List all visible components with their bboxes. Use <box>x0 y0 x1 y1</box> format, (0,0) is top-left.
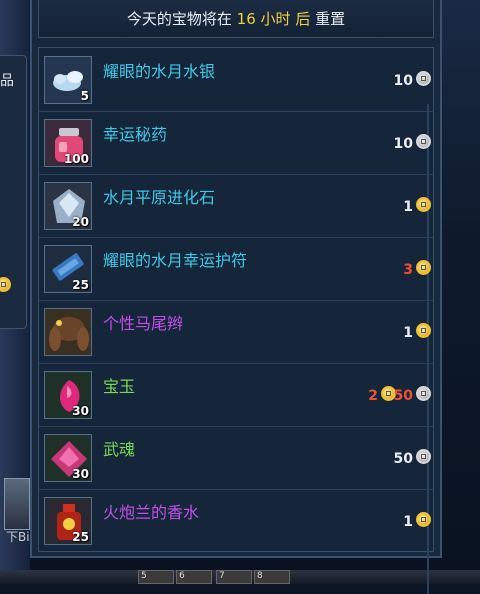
item-price: 10 <box>393 73 413 89</box>
soul-crystal-icon: 30 <box>44 434 92 482</box>
gold-coin-icon <box>416 197 431 212</box>
item-price: 1 <box>403 199 413 215</box>
hotkey-slot[interactable]: 8 <box>254 570 290 584</box>
shop-item-row[interactable]: 20 水月平原进化石 1 <box>39 174 433 238</box>
gold-coin-icon <box>416 512 431 527</box>
item-name: 宝玉 <box>103 377 136 396</box>
skill-slot[interactable] <box>4 478 30 530</box>
evolution-stone-icon: 20 <box>44 182 92 230</box>
item-price: 10 <box>393 136 413 152</box>
silver-coin-icon <box>416 449 431 464</box>
shop-item-row[interactable]: 25 火炮兰的香水 1 <box>39 489 433 552</box>
item-price-silver: 50 <box>393 388 413 404</box>
shop-item-row[interactable]: 30 宝玉 2 50 <box>39 363 433 427</box>
silver-coin-icon <box>416 386 431 401</box>
silver-coin-icon <box>416 71 431 86</box>
item-name: 耀眼的水月幸运护符 <box>103 251 248 270</box>
item-name: 火炮兰的香水 <box>103 503 200 522</box>
item-name: 武魂 <box>103 440 136 459</box>
ponytail-icon <box>44 308 92 356</box>
reset-timer-banner: 今天的宝物将在 16 小时 后 重置 <box>38 0 434 38</box>
talisman-icon: 25 <box>44 245 92 293</box>
mercury-icon: 5 <box>44 56 92 104</box>
gold-coin-icon <box>416 260 431 275</box>
reset-prefix: 今天的宝物将在 <box>126 10 232 28</box>
item-price: 1 <box>403 514 413 530</box>
item-price: 1 <box>403 325 413 341</box>
reset-after: 后 <box>295 10 311 28</box>
item-name: 个性马尾辫 <box>103 314 184 333</box>
reset-suffix: 重置 <box>315 10 346 28</box>
hotkey-slot[interactable]: 5 <box>138 570 174 584</box>
perfume-bottle-icon: 25 <box>44 497 92 545</box>
silver-coin-icon <box>416 134 431 149</box>
treasure-shop-window: 今天的宝物将在 16 小时 后 重置 5 耀眼的水月水银 10 100 幸运秘药… <box>30 0 442 594</box>
hotkey-slot[interactable]: 6 <box>176 570 212 584</box>
reset-hours: 16 <box>236 10 256 28</box>
shop-item-row[interactable]: 30 武魂 50 <box>39 426 433 490</box>
shop-item-row[interactable]: 个性马尾辫 1 <box>39 300 433 364</box>
shop-item-row[interactable]: 5 耀眼的水月水银 10 <box>39 48 433 112</box>
shop-item-row[interactable]: 100 幸运秘药 10 <box>39 111 433 175</box>
item-price: 50 <box>393 451 413 467</box>
potion-jar-icon: 100 <box>44 119 92 167</box>
reset-hours-unit: 小时 <box>260 10 291 28</box>
hotkey-slot[interactable]: 7 <box>216 570 252 584</box>
gold-coin-icon <box>416 323 431 338</box>
item-price-gold: 2 <box>368 388 378 404</box>
item-name: 水月平原进化石 <box>103 188 216 207</box>
gem-icon: 30 <box>44 371 92 419</box>
shop-item-row[interactable]: 25 耀眼的水月幸运护符 3 <box>39 237 433 301</box>
item-price: 3 <box>403 262 413 278</box>
side-panel-text: 品 <box>0 73 14 89</box>
item-name: 耀眼的水月水银 <box>103 62 216 81</box>
item-list: 5 耀眼的水月水银 10 100 幸运秘药 10 20 水月平原进化石 1 25… <box>38 47 434 594</box>
skill-slot-label: 下Bi <box>6 530 30 544</box>
item-name: 幸运秘药 <box>103 125 168 144</box>
